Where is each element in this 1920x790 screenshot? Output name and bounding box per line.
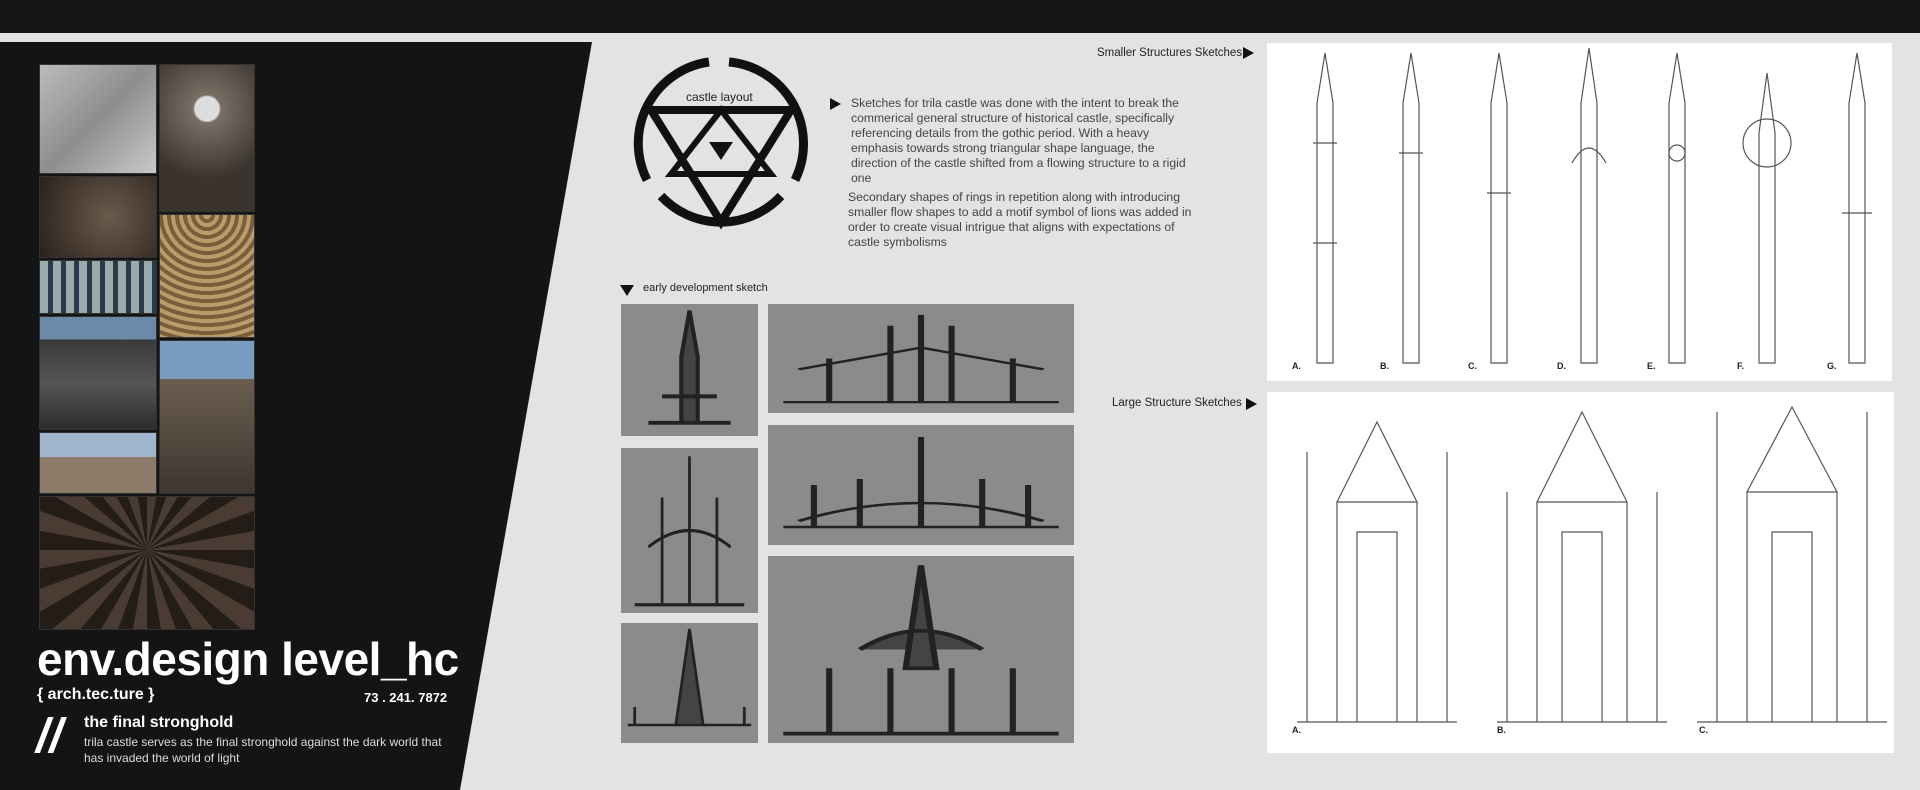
large-label-a: A. <box>1292 725 1301 735</box>
description: Sketches for trila castle was done with … <box>848 96 1201 254</box>
intro-text: trila castle serves as the final strongh… <box>84 735 442 765</box>
mood-image-dome <box>159 64 255 212</box>
mood-image-texture <box>39 64 157 174</box>
small-label-f: F. <box>1737 361 1745 371</box>
slashes-mark: // <box>36 710 63 763</box>
small-label-b: B. <box>1380 361 1389 371</box>
mood-image-ornament <box>39 176 157 258</box>
small-label-d: D. <box>1557 361 1566 371</box>
mood-image-cathedral <box>159 340 255 494</box>
description-paragraph-2: Secondary shapes of rings in repetition … <box>848 190 1192 249</box>
large-structures-label: Large Structure Sketches <box>1112 397 1242 409</box>
mood-image-arches <box>39 260 157 314</box>
small-label-a: A. <box>1292 361 1301 371</box>
arrow-right-icon <box>1243 47 1254 59</box>
description-paragraph-1: Sketches for trila castle was done with … <box>851 96 1186 185</box>
castle-layout-symbol <box>633 57 808 230</box>
page-title: env.design level_hc <box>37 633 459 685</box>
small-label-g: G. <box>1827 361 1837 371</box>
small-structures-panel: A. B. C. D. E. F. G. <box>1267 43 1892 381</box>
small-label-e: E. <box>1647 361 1656 371</box>
early-sketch-3 <box>768 425 1074 545</box>
early-sketch-label: early development sketch <box>643 282 768 294</box>
large-structures-panel: A. B. C. <box>1267 392 1894 753</box>
large-structure-drawings <box>1297 405 1887 723</box>
mood-image-spires <box>39 432 157 494</box>
mood-image-vault <box>159 214 255 338</box>
mood-image-facade <box>39 316 157 430</box>
arrow-right-icon-2 <box>1246 398 1257 410</box>
subtitle: { arch.tec.ture } <box>37 686 155 703</box>
early-sketch-1 <box>621 304 758 436</box>
moodboard <box>39 64 255 630</box>
small-structures-label: Smaller Structures Sketches <box>1097 47 1243 59</box>
arrow-down-icon <box>620 285 634 296</box>
top-band <box>0 0 1920 33</box>
mood-image-ceiling <box>39 496 255 630</box>
code-number: 73 . 241. 7872 <box>364 690 448 705</box>
logo-label: castle layout <box>686 90 753 104</box>
bullet-arrow-icon <box>830 98 841 110</box>
small-tower-drawings <box>1313 47 1872 364</box>
early-sketch-6 <box>768 556 1074 743</box>
intro-heading: the final stronghold <box>84 714 234 731</box>
small-label-c: C. <box>1468 361 1477 371</box>
early-sketch-5 <box>621 623 758 743</box>
early-sketch-4 <box>621 448 758 613</box>
early-sketch-2 <box>768 304 1074 413</box>
large-label-c: C. <box>1699 725 1708 735</box>
large-label-b: B. <box>1497 725 1506 735</box>
